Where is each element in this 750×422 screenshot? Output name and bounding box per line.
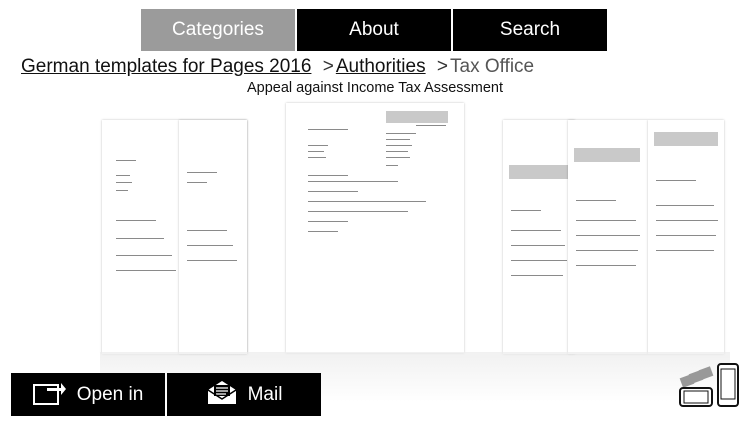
bottom-action-bar: Open in Mail (11, 373, 321, 416)
breadcrumb-authorities-link[interactable]: Authorities (336, 56, 426, 77)
zoom-icon (679, 363, 739, 407)
breadcrumb-root-link[interactable]: German templates for Pages 2016 (21, 56, 311, 77)
breadcrumb-separator: > (436, 56, 448, 77)
template-thumbnail[interactable] (503, 120, 575, 354)
open-in-icon (32, 378, 67, 412)
template-thumbnail-selected[interactable] (286, 103, 464, 353)
tab-search[interactable]: Search (453, 9, 607, 51)
zoom-button[interactable] (678, 362, 740, 408)
mail-icon (206, 378, 238, 412)
breadcrumb-separator: > (322, 56, 334, 77)
breadcrumb: German templates for Pages 2016 > Authori… (21, 56, 534, 78)
breadcrumb-current: Tax Office (450, 56, 535, 77)
tab-about[interactable]: About (297, 9, 451, 51)
mail-button[interactable]: Mail (167, 373, 321, 416)
open-in-label: Open in (76, 383, 144, 405)
top-tab-bar: Categories About Search (141, 9, 607, 51)
open-in-button[interactable]: Open in (11, 373, 165, 416)
mail-label: Mail (247, 383, 283, 405)
template-thumbnail[interactable] (648, 120, 724, 354)
document-title: Appeal against Income Tax Assessment (246, 80, 504, 96)
template-carousel[interactable] (0, 100, 750, 375)
tab-categories[interactable]: Categories (141, 9, 295, 51)
template-thumbnail[interactable] (568, 120, 648, 354)
template-thumbnail[interactable] (179, 120, 247, 354)
